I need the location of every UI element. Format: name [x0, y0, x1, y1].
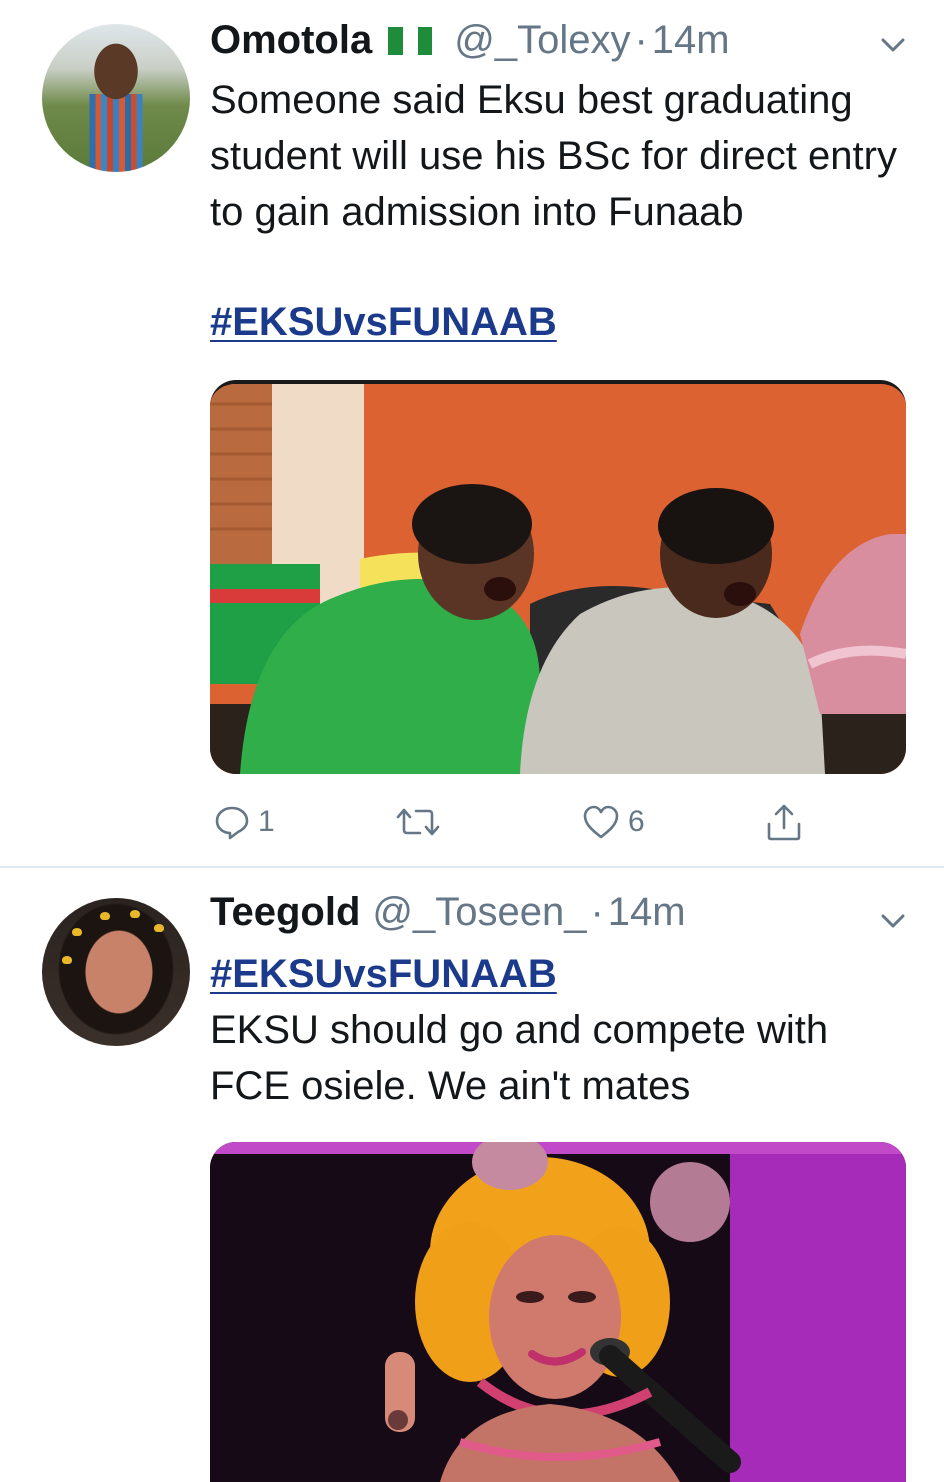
retweet-button[interactable] — [396, 800, 448, 844]
like-button[interactable]: 6 — [582, 800, 645, 844]
timestamp[interactable]: 14m — [608, 890, 686, 935]
separator-dot: · — [590, 890, 604, 934]
tweet-omotola[interactable]: Omotola @_Tolexy · 14m Someone said Eksu… — [0, 0, 944, 866]
nigeria-flag-icon — [388, 27, 433, 55]
avatar[interactable] — [42, 24, 190, 172]
hashtag-link[interactable]: #EKSUvsFUNAAB — [210, 948, 557, 1000]
reply-icon — [215, 806, 249, 840]
tweet-text: Someone said Eksu best graduating studen… — [210, 78, 897, 234]
media-image — [210, 1142, 906, 1482]
gif-media[interactable] — [210, 1142, 906, 1482]
reply-count: 1 — [258, 805, 275, 838]
tweet-text: EKSU should go and compete with FCE osie… — [210, 1008, 829, 1108]
display-name[interactable]: Teegold — [210, 890, 360, 935]
tweet-actions: 1 6 — [210, 800, 830, 844]
tweet-header: Teegold @_Toseen_ · 14m — [210, 890, 686, 940]
tweet-header: Omotola @_Tolexy · 14m — [210, 18, 730, 68]
like-count: 6 — [628, 805, 645, 838]
hashtag-link[interactable]: #EKSUvsFUNAAB — [210, 296, 557, 348]
display-name[interactable]: Omotola — [210, 18, 372, 63]
avatar[interactable] — [42, 898, 190, 1046]
share-button[interactable] — [764, 800, 804, 844]
share-icon — [767, 804, 801, 841]
username[interactable]: @_Tolexy — [454, 18, 630, 63]
heart-icon — [583, 805, 619, 839]
media-image — [210, 384, 906, 774]
timestamp[interactable]: 14m — [652, 18, 730, 63]
reply-button[interactable]: 1 — [214, 800, 275, 844]
chevron-down-icon[interactable] — [878, 30, 908, 60]
username[interactable]: @_Toseen_ — [372, 890, 586, 935]
retweet-icon — [396, 808, 440, 836]
gif-media[interactable] — [210, 380, 906, 774]
chevron-down-icon[interactable] — [878, 906, 908, 936]
separator-dot: · — [634, 18, 648, 62]
